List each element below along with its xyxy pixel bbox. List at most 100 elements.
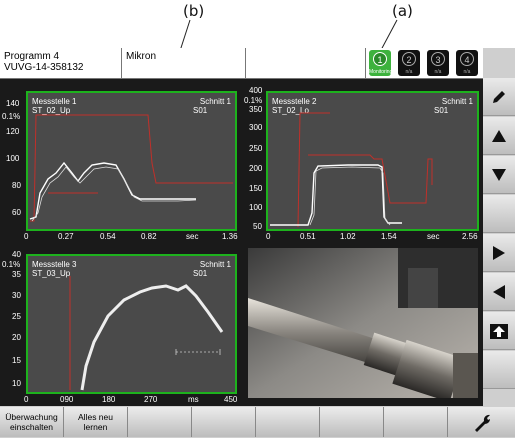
- export-button[interactable]: [483, 312, 515, 350]
- y-tick: 150: [249, 184, 263, 193]
- x-tick: ms: [188, 395, 199, 404]
- status-label: n/a: [463, 69, 471, 75]
- triangle-right-icon: [493, 245, 505, 260]
- y-tick: 350: [249, 105, 263, 114]
- x-tick: 0: [24, 232, 29, 241]
- y-tick: 0.1%: [244, 96, 263, 105]
- signal-plot-3: [69, 276, 224, 391]
- program-id: VUVG-14-358132: [4, 62, 84, 73]
- button-label: Überwachung einschalten: [5, 412, 58, 432]
- x-tick: sec: [186, 232, 199, 241]
- status-label: n/a: [405, 69, 413, 75]
- y-tick: 25: [12, 312, 21, 321]
- y-tick: 60: [12, 208, 21, 217]
- x-tick: 0.51: [300, 232, 316, 241]
- next-button[interactable]: [483, 234, 515, 272]
- x-tick: 0: [24, 395, 29, 404]
- x-tick: 2.56: [462, 232, 478, 241]
- x-tick: sec: [427, 232, 440, 241]
- header-bar: Programm 4 VUVG-14-358132 Mikron 1 Monit…: [0, 48, 483, 79]
- y-tick: 30: [12, 291, 21, 300]
- x-tick: 180: [102, 395, 116, 404]
- y-tick: 400: [249, 86, 263, 95]
- softkey-5[interactable]: [256, 407, 320, 437]
- bottom-softkey-bar: Überwachung einschalten Alles neu lernen: [0, 406, 515, 438]
- x-tick: 0.27: [58, 232, 74, 241]
- relearn-all-button[interactable]: Alles neu lernen: [64, 407, 128, 437]
- y-tick: 80: [12, 181, 21, 190]
- button-label: Alles neu lernen: [78, 412, 113, 432]
- y-tick: 250: [249, 144, 263, 153]
- scroll-up-button[interactable]: [483, 117, 515, 155]
- y-tick: 100: [249, 203, 263, 212]
- tool-name: Mikron: [122, 48, 246, 78]
- status-3[interactable]: 3 n/a: [427, 50, 449, 76]
- empty-button-2[interactable]: [483, 351, 515, 389]
- header-empty-cell: [246, 48, 366, 78]
- y-tick: 300: [249, 123, 263, 132]
- previous-button[interactable]: [483, 273, 515, 311]
- y-tick: 40: [12, 250, 21, 259]
- triangle-left-icon: [493, 284, 505, 299]
- x-tick: 1.36: [222, 232, 238, 241]
- status-label: Monitoring: [369, 69, 393, 75]
- limit-curve: [308, 154, 433, 204]
- softkey-4[interactable]: [192, 407, 256, 437]
- pencil-icon: [493, 90, 505, 103]
- empty-button-1[interactable]: [483, 195, 515, 233]
- status-label: n/a: [434, 69, 442, 75]
- status-4[interactable]: 4 n/a: [456, 50, 478, 76]
- x-tick: 1.02: [340, 232, 356, 241]
- y-tick: 100: [6, 154, 20, 163]
- upload-icon: [490, 323, 508, 339]
- machine-camera-image: [248, 248, 478, 398]
- x-tick: 0.54: [100, 232, 116, 241]
- status-monitoring[interactable]: 1 Monitoring: [369, 50, 393, 76]
- chart-area-2: Messstelle 2 ST_02_Lo Schnitt 1 S01: [266, 91, 479, 231]
- scroll-down-button[interactable]: [483, 156, 515, 194]
- y-tick: 140: [6, 99, 20, 108]
- y-tick: 15: [12, 356, 21, 365]
- program-info: Programm 4 VUVG-14-358132: [0, 48, 122, 78]
- x-tick: 270: [144, 395, 158, 404]
- signal-plot-1: [29, 114, 233, 222]
- status-2[interactable]: 2 n/a: [398, 50, 420, 76]
- status-num: 3: [431, 52, 445, 66]
- enable-monitoring-button[interactable]: Überwachung einschalten: [0, 407, 64, 437]
- y-tick: 10: [12, 379, 21, 388]
- x-tick: 0.82: [141, 232, 157, 241]
- x-tick: 0: [266, 232, 271, 241]
- triangle-down-icon: [492, 168, 506, 181]
- y-tick: 50: [253, 222, 262, 231]
- y-tick: 0.1%: [2, 260, 21, 269]
- signal-curve: [270, 164, 402, 226]
- hmi-screen: Programm 4 VUVG-14-358132 Mikron 1 Monit…: [0, 48, 515, 438]
- x-tick: 090: [60, 395, 74, 404]
- softkey-6[interactable]: [320, 407, 384, 437]
- signal-curve: [31, 166, 197, 222]
- signal-curve: [29, 161, 196, 220]
- settings-button[interactable]: [448, 407, 515, 437]
- wrench-icon: [474, 414, 490, 432]
- edit-button[interactable]: [483, 78, 515, 116]
- y-tick: 20: [12, 333, 21, 342]
- softkey-3[interactable]: [128, 407, 192, 437]
- y-tick: 0.1%: [2, 112, 21, 121]
- status-num: 4: [460, 52, 474, 66]
- chart-area-1: Messstelle 1 ST_02_Up Schnitt 1 S01: [26, 91, 237, 231]
- y-tick: 35: [12, 270, 21, 279]
- chart-area-3: Messstelle 3 ST_03_Up Schnitt 1 S01: [26, 254, 237, 394]
- x-tick: 450: [224, 395, 238, 404]
- machine-photo: [248, 248, 478, 398]
- program-name: Programm 4: [4, 51, 60, 62]
- status-num: 2: [402, 52, 416, 66]
- y-tick: 120: [6, 127, 20, 136]
- softkey-7[interactable]: [384, 407, 448, 437]
- x-tick: 1.54: [381, 232, 397, 241]
- right-toolbar: [483, 48, 515, 438]
- signal-curve: [80, 284, 224, 391]
- status-num: 1: [373, 52, 387, 66]
- signal-curve: [309, 166, 391, 226]
- y-tick: 200: [249, 164, 263, 173]
- signal-plot-2: [270, 112, 433, 228]
